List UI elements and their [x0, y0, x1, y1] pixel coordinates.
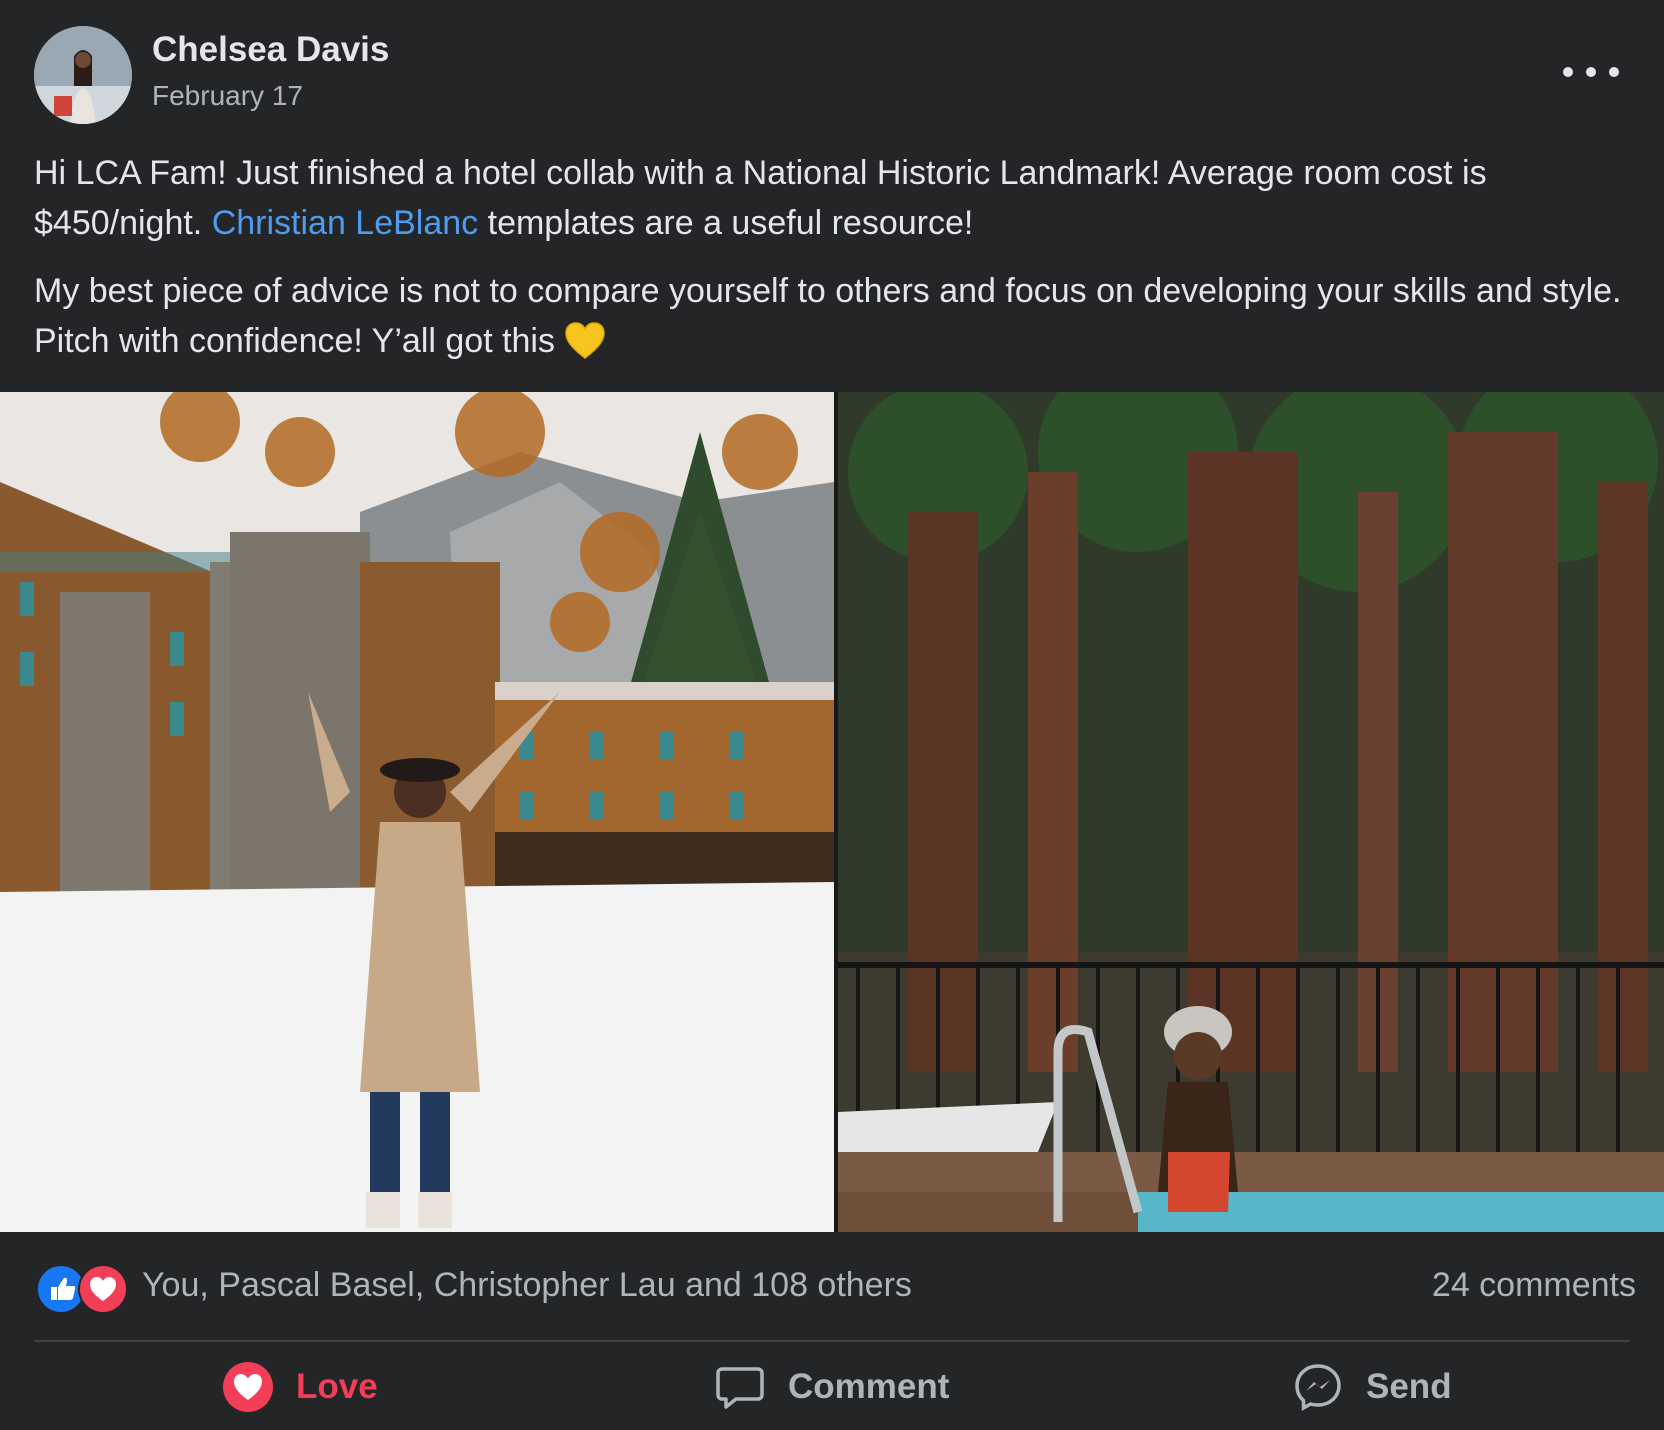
post-paragraph-2: My best piece of advice is not to compar… [34, 266, 1634, 366]
send-button[interactable]: Send [1292, 1346, 1452, 1428]
love-label: Love [296, 1367, 378, 1406]
love-icon [78, 1264, 128, 1314]
divider [34, 1340, 1630, 1342]
photo-hotel-snow[interactable] [0, 392, 834, 1232]
messenger-icon [1295, 1364, 1341, 1412]
love-filled-icon [223, 1362, 273, 1412]
post-header: Chelsea Davis February 17 [0, 0, 1664, 140]
yellow-heart-icon [565, 322, 606, 359]
paragraph-2-text: My best piece of advice is not to compar… [34, 272, 1622, 360]
paragraph-1-text-end: templates are a useful resource! [478, 204, 974, 242]
more-dots-icon [1563, 56, 1619, 88]
comment-label: Comment [788, 1367, 950, 1406]
comment-icon [716, 1367, 764, 1409]
comment-count[interactable]: 24 comments [1432, 1266, 1636, 1305]
love-button[interactable]: Love [222, 1346, 378, 1428]
comment-button[interactable]: Comment [714, 1346, 949, 1428]
post-card: Chelsea Davis February 17 Hi LCA Fam! Ju… [0, 0, 1664, 1430]
reaction-summary[interactable]: You, Pascal Basel, Christopher Lau and 1… [142, 1266, 912, 1305]
reaction-icons[interactable] [36, 1264, 128, 1314]
more-options-button[interactable] [1555, 50, 1625, 94]
send-label: Send [1366, 1367, 1452, 1406]
post-paragraph-1: Hi LCA Fam! Just finished a hotel collab… [34, 148, 1634, 248]
author-name[interactable]: Chelsea Davis [152, 30, 389, 70]
post-body: Hi LCA Fam! Just finished a hotel collab… [34, 148, 1634, 384]
mention-link[interactable]: Christian LeBlanc [212, 204, 478, 242]
avatar[interactable] [34, 26, 132, 124]
photo-grid [0, 392, 1664, 1232]
photo-pool-forest[interactable] [838, 392, 1664, 1232]
post-date[interactable]: February 17 [152, 80, 303, 112]
